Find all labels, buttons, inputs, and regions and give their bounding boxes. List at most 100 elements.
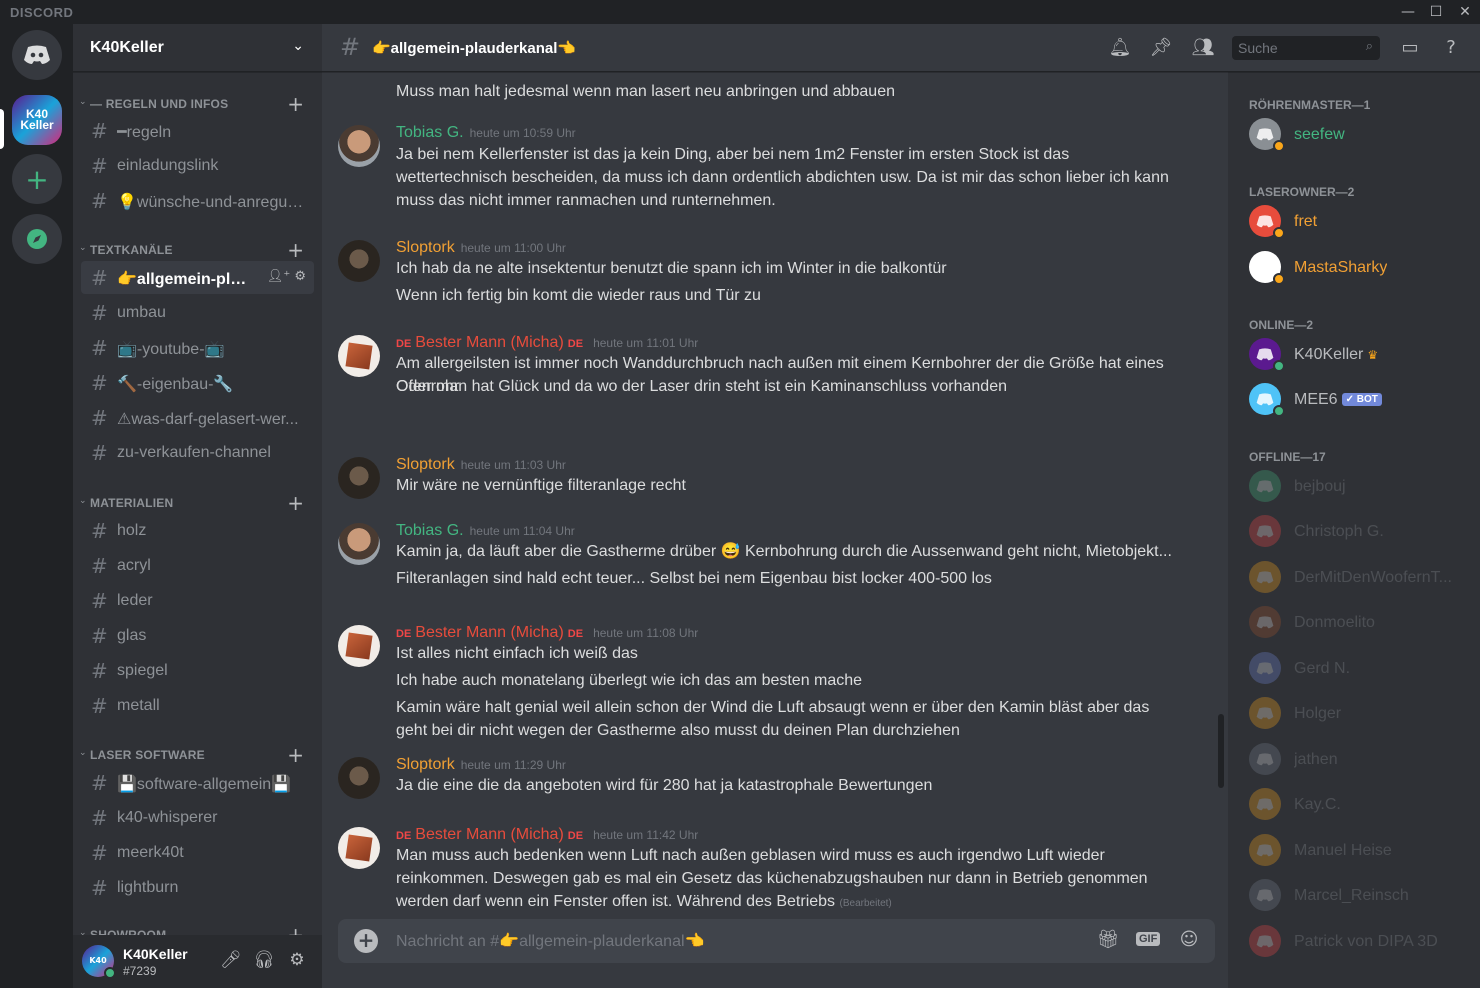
- author-name[interactable]: Sloptork: [396, 456, 455, 473]
- category-header[interactable]: ⌄ LASER SOFTWARE +: [73, 743, 322, 767]
- add-server-button[interactable]: +: [12, 154, 62, 204]
- channel-item[interactable]: # einladungslink: [81, 149, 314, 182]
- search-placeholder: Suche: [1238, 40, 1278, 56]
- emoji-icon[interactable]: ☺: [1177, 929, 1201, 953]
- member-item[interactable]: Donmoelito: [1236, 602, 1472, 644]
- microphone-icon[interactable]: 🎤︎: [219, 950, 243, 974]
- author-name[interactable]: Bester Mann (Micha): [415, 826, 564, 843]
- member-item[interactable]: Kay.C.: [1236, 784, 1472, 826]
- channel-item[interactable]: # ⚠was-darf-gelasert-wer...: [81, 401, 314, 434]
- member-item[interactable]: Christoph G.: [1236, 511, 1472, 553]
- add-channel-icon[interactable]: +: [287, 92, 304, 116]
- message-text: Ich habe auch monatelang überlegt wie ic…: [396, 669, 1176, 692]
- channel-name: einladungslink: [117, 157, 219, 174]
- channel-name: umbau: [117, 304, 166, 321]
- category-header[interactable]: ⌄ TEXTKANÄLE +: [73, 238, 322, 262]
- channel-item[interactable]: # glas: [81, 619, 314, 652]
- channel-item[interactable]: # spiegel: [81, 654, 314, 687]
- author-name[interactable]: Tobias G.: [396, 522, 464, 539]
- author-name[interactable]: Bester Mann (Micha): [415, 624, 564, 641]
- channel-item[interactable]: # k40-whisperer: [81, 801, 314, 834]
- add-channel-icon[interactable]: +: [287, 491, 304, 515]
- avatar[interactable]: [338, 125, 380, 167]
- member-item[interactable]: fret: [1236, 201, 1472, 243]
- member-item[interactable]: MEE6 ✓ BOT: [1236, 379, 1472, 421]
- inbox-icon[interactable]: ▭: [1398, 37, 1422, 61]
- member-item[interactable]: seefew: [1236, 114, 1472, 156]
- bell-icon[interactable]: 🔔︎: [1108, 37, 1132, 61]
- channel-item[interactable]: # lightburn: [81, 871, 314, 904]
- pin-icon[interactable]: 📌︎: [1149, 37, 1173, 61]
- author-name[interactable]: Sloptork: [396, 756, 455, 773]
- channel-item[interactable]: # acryl: [81, 549, 314, 582]
- channel-item[interactable]: # 📺-youtube-📺: [81, 331, 314, 364]
- channel-item[interactable]: # umbau: [81, 296, 314, 329]
- channel-item[interactable]: # metall: [81, 689, 314, 722]
- member-item[interactable]: DerMitDenWoofernT...: [1236, 557, 1472, 599]
- channel-item[interactable]: # meerk40t: [81, 836, 314, 869]
- hash-icon: #: [91, 841, 108, 865]
- author-name[interactable]: Bester Mann (Micha): [415, 334, 564, 351]
- avatar[interactable]: [338, 625, 380, 667]
- add-channel-icon[interactable]: +: [287, 238, 304, 262]
- guild-header[interactable]: K40Keller ⌄: [73, 24, 322, 72]
- member-item[interactable]: K40Keller ♛: [1236, 334, 1472, 376]
- channel-item[interactable]: # ━regeln: [81, 114, 314, 147]
- avatar[interactable]: [338, 457, 380, 499]
- channel-name: glas: [117, 627, 147, 644]
- minimize-button[interactable]: —: [1396, 2, 1420, 22]
- member-item[interactable]: Manuel Heise: [1236, 830, 1472, 872]
- message-header: Tobias G. heute um 10:59 Uhr: [396, 124, 576, 142]
- explore-servers-button[interactable]: [12, 214, 62, 264]
- gift-icon[interactable]: 🎁︎: [1096, 929, 1120, 953]
- channel-item[interactable]: # zu-verkaufen-channel: [81, 436, 314, 469]
- members-icon[interactable]: 👥︎: [1191, 37, 1215, 61]
- server-k40keller[interactable]: K40 Keller: [12, 95, 62, 145]
- category-header[interactable]: ⌄ — REGELN UND INFOS +: [73, 92, 322, 116]
- avatar[interactable]: [338, 523, 380, 565]
- avatar[interactable]: [338, 757, 380, 799]
- maximize-button[interactable]: ☐: [1424, 2, 1448, 22]
- upload-plus-icon[interactable]: +: [354, 929, 378, 953]
- flag-de: DE: [567, 338, 584, 350]
- channel-item[interactable]: # leder: [81, 584, 314, 617]
- home-button[interactable]: [12, 30, 62, 80]
- author-name[interactable]: Tobias G.: [396, 124, 464, 141]
- message-text: Oder man hat Glück und da wo der Laser d…: [396, 375, 1176, 398]
- add-channel-icon[interactable]: +: [287, 743, 304, 767]
- scrollbar[interactable]: [1218, 714, 1224, 788]
- avatar[interactable]: [338, 335, 380, 377]
- discord-logo-icon: [1256, 392, 1274, 405]
- member-item[interactable]: bejbouj: [1236, 466, 1472, 508]
- member-name-text: Marcel_Reinsch: [1294, 887, 1409, 904]
- help-icon[interactable]: ?: [1439, 37, 1463, 61]
- close-button[interactable]: ✕: [1453, 2, 1477, 22]
- member-item[interactable]: Gerd N.: [1236, 648, 1472, 690]
- member-item[interactable]: Marcel_Reinsch: [1236, 875, 1472, 917]
- channel-item[interactable]: # 💾software-allgemein💾: [81, 766, 314, 799]
- message-composer[interactable]: + Nachricht an #👉allgemein-plauderkanal👈…: [338, 919, 1215, 963]
- member-item[interactable]: jathen: [1236, 739, 1472, 781]
- guild-name: K40Keller: [90, 39, 164, 56]
- headphones-icon[interactable]: 🎧︎: [252, 950, 276, 974]
- channel-item[interactable]: # 🔨-eigenbau-🔧: [81, 366, 314, 399]
- gif-button[interactable]: GIF: [1136, 932, 1161, 946]
- category-header[interactable]: ⌄ MATERIALIEN +: [73, 491, 322, 515]
- channel-item[interactable]: # 💡wünsche-und-anregun...: [81, 184, 314, 217]
- channel-settings-icons[interactable]: 👤︎⁺ ⚙: [267, 269, 306, 284]
- member-item[interactable]: Patrick von DIPA 3D: [1236, 921, 1472, 963]
- author-name[interactable]: Sloptork: [396, 239, 455, 256]
- hash-icon: #: [91, 694, 108, 718]
- member-item[interactable]: Holger: [1236, 693, 1472, 735]
- member-name: Patrick von DIPA 3D: [1294, 933, 1438, 951]
- gear-icon[interactable]: ⚙: [285, 950, 309, 974]
- avatar[interactable]: [338, 240, 380, 282]
- discord-logo-icon: [1256, 797, 1274, 810]
- category-label: MATERIALIEN: [90, 496, 174, 510]
- message-list[interactable]: Muss man halt jedesmal wenn man lasert n…: [322, 72, 1228, 912]
- avatar[interactable]: [338, 827, 380, 869]
- channel-item[interactable]: # 👉allgemein-plaud... 👤︎⁺ ⚙: [81, 261, 314, 294]
- search-input[interactable]: Suche ⌕: [1232, 36, 1380, 60]
- member-item[interactable]: MastaSharky: [1236, 247, 1472, 289]
- channel-item[interactable]: # holz: [81, 514, 314, 547]
